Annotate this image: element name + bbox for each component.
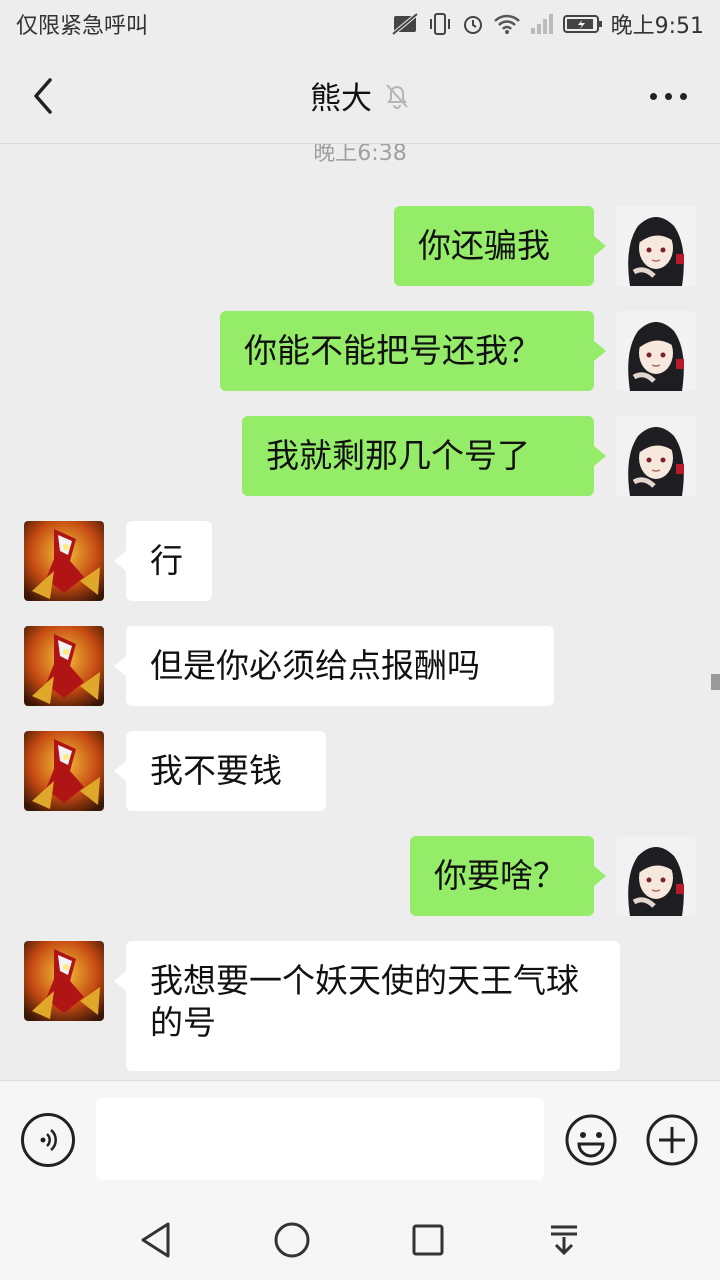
voice-button[interactable] [21,1113,75,1167]
system-nav-bar [0,1200,720,1280]
nav-recents-button[interactable] [406,1218,450,1262]
message-bubble[interactable]: 我不要钱 [126,731,326,811]
more-dots-icon [649,92,657,100]
no-sim-icon [391,12,419,36]
received-message: 但是你必须给点报酬吗 [0,626,720,706]
pull-down-icon [551,1225,577,1256]
carrier-text: 仅限紧急呼叫 [16,14,149,39]
bubble-tail [594,236,606,256]
sent-message: 你要啥？ [0,836,720,916]
message-bubble[interactable]: 你还骗我 [394,206,594,286]
back-button[interactable] [20,72,64,120]
voice-icon [40,1129,57,1151]
triangle-back-icon [141,1222,170,1258]
chevron-left-icon [34,78,52,114]
chat-header: 熊大 [0,48,720,144]
my-avatar[interactable] [616,836,696,916]
bubble-tail [114,656,126,676]
message-bubble[interactable]: 我想要一个妖天使的天王气球的号 [126,941,620,1071]
status-icons: 晚上9:51 [391,8,704,40]
my-avatar[interactable] [616,416,696,496]
bubble-tail [114,971,126,991]
my-avatar[interactable] [616,311,696,391]
message-timestamp: 晚上6:38 [313,144,407,166]
scroll-indicator[interactable] [711,674,720,690]
message-bubble[interactable]: 行 [126,521,212,601]
emoji-button[interactable] [564,1113,618,1167]
sent-message: 你能不能把号还我？ [0,311,720,391]
emoji-icon [565,1114,617,1166]
clock-text: 晚上9:51 [610,14,704,39]
signal-icon [529,12,555,36]
sent-message: 我就剩那几个号了 [0,416,720,496]
message-input[interactable] [96,1098,544,1180]
bubble-tail [594,341,606,361]
battery-icon [562,12,603,36]
alarm-icon [461,12,485,36]
message-bubble[interactable]: 但是你必须给点报酬吗 [126,626,554,706]
status-bar: 仅限紧急呼叫 晚上9:51 [0,0,720,48]
bubble-tail [114,551,126,571]
message-bubble[interactable]: 你能不能把号还我？ [220,311,594,391]
received-message: 我想要一个妖天使的天王气球的号 [0,941,720,1071]
title-group: 熊大 [310,73,410,118]
square-recents-icon [412,1224,444,1256]
sent-message: 你还骗我 [0,206,720,286]
message-list[interactable]: 晚上6:38 你还骗我 你能不能把号还我？ 我就剩那几个号了行但是你必须给点报酬吗我… [0,144,720,1080]
bubble-tail [594,446,606,466]
bell-off-icon [386,83,408,109]
nav-notification-button[interactable] [542,1218,586,1262]
circle-home-icon [274,1222,310,1258]
my-avatar[interactable] [616,206,696,286]
contact-avatar[interactable] [24,731,104,811]
bubble-tail [594,866,606,886]
nav-back-button[interactable] [134,1218,178,1262]
message-bubble[interactable]: 我就剩那几个号了 [242,416,594,496]
plus-icon [646,1114,698,1166]
input-bar [0,1080,720,1200]
contact-avatar[interactable] [24,626,104,706]
more-functions-button[interactable] [645,1113,699,1167]
contact-avatar[interactable] [24,941,104,1021]
bubble-tail [114,761,126,781]
wifi-icon [493,12,521,36]
nav-home-button[interactable] [270,1218,314,1262]
received-message: 行 [0,521,720,601]
chat-title: 熊大 [310,81,372,117]
message-bubble[interactable]: 你要啥？ [410,836,594,916]
vibrate-icon [427,12,453,36]
contact-avatar[interactable] [24,521,104,601]
received-message: 我不要钱 [0,731,720,811]
more-options-button[interactable] [640,78,696,114]
